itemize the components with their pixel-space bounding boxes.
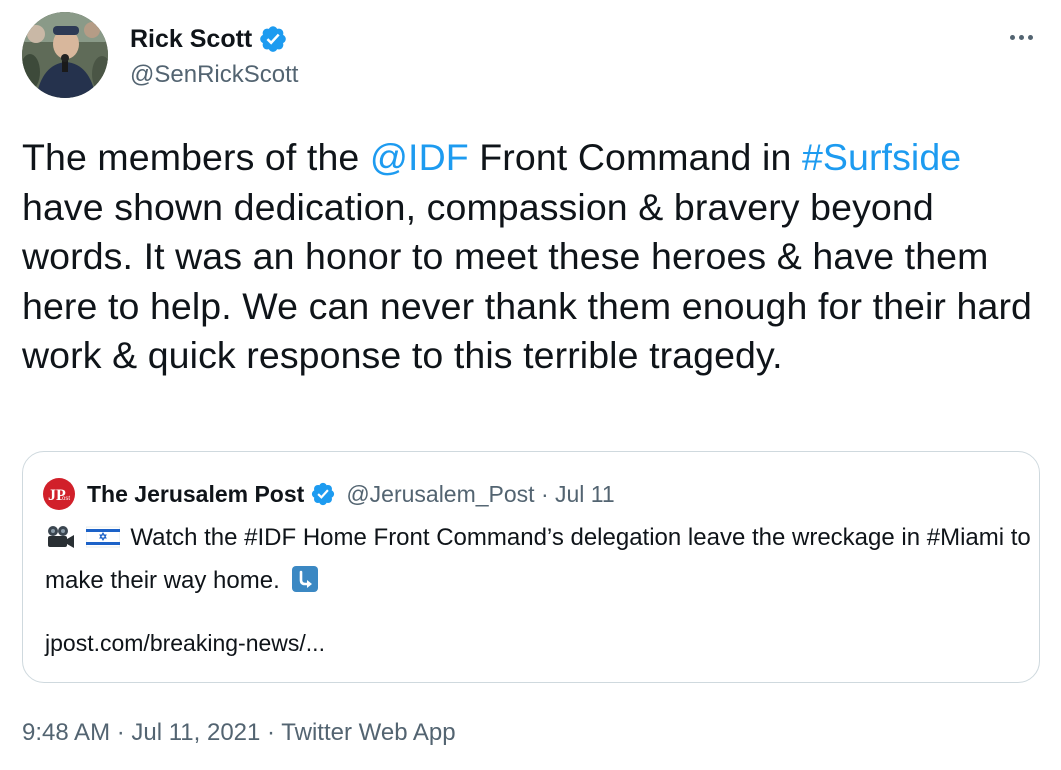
tweet-text-part: The members of the	[22, 136, 370, 178]
quoted-author-meta: @Jerusalem_Post · Jul 11	[346, 480, 615, 507]
hashtag-link[interactable]: #Surfside	[802, 136, 961, 178]
author-name-row: Rick Scott	[130, 24, 288, 54]
quoted-tweet-link[interactable]: jpost.com/breaking-news/...	[45, 630, 325, 657]
israel-flag-emoji-icon	[85, 522, 120, 561]
tweet-footer: 9:48 AM · Jul 11, 2021 · Twitter Web App	[22, 718, 456, 748]
tweet-date: Jul 11, 2021	[131, 719, 261, 746]
tweet-text-part: have shown dedication, compassion & brav…	[22, 185, 1032, 377]
timestamp-link[interactable]: 9:48 AM · Jul 11, 2021	[22, 719, 260, 746]
tweet-time: 9:48 AM	[22, 719, 111, 746]
tweet-text-part: Front Command in	[468, 136, 802, 178]
jpost-logo: JP ost	[43, 478, 75, 510]
verified-badge-icon	[310, 481, 336, 507]
source-link[interactable]: Twitter Web App	[281, 719, 455, 746]
quoted-tweet-body: Watch the #IDF Home Front Command’s dele…	[45, 524, 1031, 594]
author-name[interactable]: Rick Scott	[130, 24, 252, 54]
quoted-tweet-text: Watch the #IDF Home Front Command’s dele…	[45, 518, 1035, 604]
quoted-tweet[interactable]: JP ost The Jerusalem Post @Jerusalem_Pos…	[22, 451, 1040, 683]
movie-camera-emoji-icon	[45, 522, 75, 561]
verified-badge-icon	[258, 24, 288, 54]
avatar[interactable]	[22, 12, 108, 98]
arrow-down-right-emoji-icon	[292, 565, 319, 604]
svg-text:ost: ost	[62, 496, 70, 502]
more-dots-icon[interactable]	[1003, 22, 1039, 52]
tweet-card: Rick Scott @SenRickScott The members of …	[0, 0, 1061, 770]
mention-link[interactable]: @IDF	[370, 136, 469, 178]
tweet-text: The members of the @IDF Front Command in…	[22, 133, 1052, 381]
quoted-author-name: The Jerusalem Post	[87, 480, 305, 507]
separator: ·	[110, 719, 132, 746]
separator: ·	[260, 719, 282, 746]
author-handle[interactable]: @SenRickScott	[130, 60, 298, 90]
quoted-tweet-header: JP ost The Jerusalem Post @Jerusalem_Pos…	[43, 478, 615, 510]
